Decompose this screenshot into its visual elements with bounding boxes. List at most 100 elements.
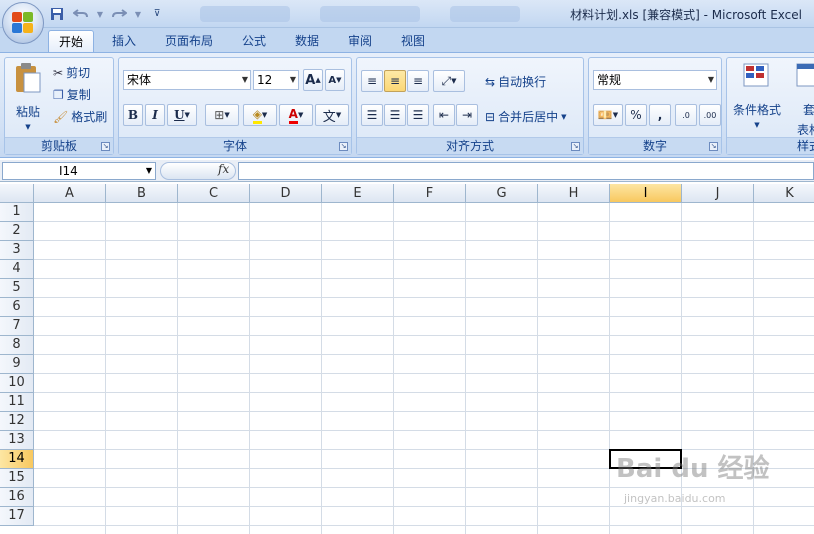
- underline-button[interactable]: U ▼: [167, 104, 197, 126]
- row-header-2[interactable]: 2: [0, 222, 34, 241]
- row-header-5[interactable]: 5: [0, 279, 34, 298]
- borders-button[interactable]: ⊞ ▼: [205, 104, 239, 126]
- format-table-label-1: 套: [802, 103, 814, 117]
- active-cell[interactable]: [609, 449, 682, 469]
- row-header-9[interactable]: 9: [0, 355, 34, 374]
- column-header-e[interactable]: E: [322, 184, 394, 203]
- save-icon[interactable]: [48, 5, 66, 23]
- font-color-button[interactable]: A ▼: [279, 104, 313, 126]
- tab-page-layout[interactable]: 页面布局: [155, 30, 223, 52]
- tab-data[interactable]: 数据: [285, 30, 329, 52]
- fill-color-button[interactable]: ◈ ▼: [243, 104, 277, 126]
- orientation-icon: ⤢: [441, 73, 452, 88]
- column-header-b[interactable]: B: [106, 184, 178, 203]
- row-header-11[interactable]: 11: [0, 393, 34, 412]
- paste-button[interactable]: 粘贴 ▼: [11, 62, 45, 136]
- italic-button[interactable]: I: [145, 104, 165, 126]
- align-left-button[interactable]: ☰: [361, 104, 383, 126]
- percent-button[interactable]: %: [625, 104, 647, 126]
- dialog-launcher-icon[interactable]: ↘: [571, 142, 580, 151]
- merge-center-button[interactable]: ⊟ 合并后居中 ▼: [485, 108, 566, 125]
- grow-font-button[interactable]: A ▲: [303, 69, 323, 91]
- group-font: 宋体 ▼ 12 ▼ A ▲ A ▼ B I U ▼ ⊞ ▼ ◈ ▼ A ▼ 文 ▼ 字体 ↘: [118, 57, 352, 155]
- dialog-launcher-icon[interactable]: ↘: [101, 142, 110, 151]
- phonetic-icon: 文: [322, 109, 336, 125]
- group-number: 常规 ▼ 💴 ▼ % , .0 .00 数字 ↘: [588, 57, 722, 155]
- office-logo-icon: [12, 12, 34, 34]
- copy-button[interactable]: ❐ 复制: [53, 86, 91, 103]
- conditional-format-button[interactable]: 条件格式 ▼: [731, 62, 783, 129]
- decrease-indent-icon: ⇤: [438, 108, 450, 122]
- align-center-button[interactable]: ☰: [384, 104, 406, 126]
- format-painter-button[interactable]: 🖌 格式刷: [53, 108, 107, 125]
- decrease-decimal-button[interactable]: .00: [699, 104, 721, 126]
- column-header-j[interactable]: J: [682, 184, 754, 203]
- column-header-h[interactable]: H: [538, 184, 610, 203]
- tab-insert[interactable]: 插入: [102, 30, 146, 52]
- office-button[interactable]: [2, 2, 44, 44]
- tab-review[interactable]: 审阅: [338, 30, 382, 52]
- orientation-button[interactable]: ⤢ ▼: [433, 70, 465, 92]
- chevron-down-icon[interactable]: ▼: [134, 5, 142, 23]
- phonetic-button[interactable]: 文 ▼: [315, 104, 349, 126]
- row-header-3[interactable]: 3: [0, 241, 34, 260]
- insert-function-icon[interactable]: fx: [218, 162, 229, 176]
- column-header-k[interactable]: K: [754, 184, 814, 203]
- tab-home[interactable]: 开始: [48, 30, 95, 52]
- chevron-down-icon[interactable]: ▼: [96, 5, 104, 23]
- currency-button[interactable]: 💴 ▼: [593, 104, 623, 126]
- column-header-a[interactable]: A: [34, 184, 106, 203]
- number-format-select[interactable]: 常规 ▼: [593, 70, 717, 90]
- formula-input[interactable]: [238, 162, 814, 180]
- row-header-16[interactable]: 16: [0, 488, 34, 507]
- row-header-10[interactable]: 10: [0, 374, 34, 393]
- tab-view[interactable]: 视图: [391, 30, 435, 52]
- column-header-d[interactable]: D: [250, 184, 322, 203]
- increase-indent-button[interactable]: ⇥: [456, 104, 478, 126]
- paint-bucket-icon: ◈: [252, 107, 262, 124]
- align-bottom-icon: ≡: [412, 74, 424, 88]
- align-bottom-button[interactable]: ≡: [407, 70, 429, 92]
- column-header-i[interactable]: I: [610, 184, 682, 203]
- row-header-12[interactable]: 12: [0, 412, 34, 431]
- group-label-clipboard: 剪贴板: [5, 137, 113, 154]
- column-header-f[interactable]: F: [394, 184, 466, 203]
- grid-row-line: [34, 487, 814, 488]
- font-size-select[interactable]: 12 ▼: [253, 70, 299, 90]
- redo-icon[interactable]: [110, 5, 128, 23]
- row-header-17[interactable]: 17: [0, 507, 34, 526]
- row-header-4[interactable]: 4: [0, 260, 34, 279]
- customize-qat-icon[interactable]: ⊽: [148, 5, 166, 23]
- row-header-8[interactable]: 8: [0, 336, 34, 355]
- wrap-text-button[interactable]: ⇆ 自动换行: [485, 73, 546, 90]
- row-header-14[interactable]: 14: [0, 450, 34, 469]
- row-header-13[interactable]: 13: [0, 431, 34, 450]
- undo-icon[interactable]: [72, 5, 90, 23]
- increase-decimal-button[interactable]: .0: [675, 104, 697, 126]
- bold-icon: B: [127, 108, 139, 122]
- select-all-corner[interactable]: [0, 184, 34, 203]
- worksheet-grid[interactable]: A B C D E F G H I J K 1 2 3 4 5 6 7 8 9 10 11 12 13 14 15 16 17: [0, 184, 814, 534]
- align-middle-button[interactable]: ≡: [384, 70, 406, 92]
- row-header-7[interactable]: 7: [0, 317, 34, 336]
- tab-formulas[interactable]: 公式: [232, 30, 276, 52]
- align-top-button[interactable]: ≡: [361, 70, 383, 92]
- comma-button[interactable]: ,: [649, 104, 671, 126]
- row-header-15[interactable]: 15: [0, 469, 34, 488]
- copy-icon: ❐: [53, 87, 64, 102]
- format-as-table-button[interactable]: 套 表格: [791, 62, 814, 138]
- bold-button[interactable]: B: [123, 104, 143, 126]
- align-right-button[interactable]: ☰: [407, 104, 429, 126]
- dialog-launcher-icon[interactable]: ↘: [709, 142, 718, 151]
- column-header-c[interactable]: C: [178, 184, 250, 203]
- align-top-icon: ≡: [366, 74, 378, 88]
- cut-button[interactable]: ✂ 剪切: [53, 64, 90, 81]
- shrink-font-button[interactable]: A ▼: [325, 69, 345, 91]
- row-header-1[interactable]: 1: [0, 203, 34, 222]
- row-header-6[interactable]: 6: [0, 298, 34, 317]
- font-name-select[interactable]: 宋体 ▼: [123, 70, 251, 90]
- name-box[interactable]: I14 ▼: [2, 162, 156, 180]
- decrease-indent-button[interactable]: ⇤: [433, 104, 455, 126]
- column-header-g[interactable]: G: [466, 184, 538, 203]
- dialog-launcher-icon[interactable]: ↘: [339, 142, 348, 151]
